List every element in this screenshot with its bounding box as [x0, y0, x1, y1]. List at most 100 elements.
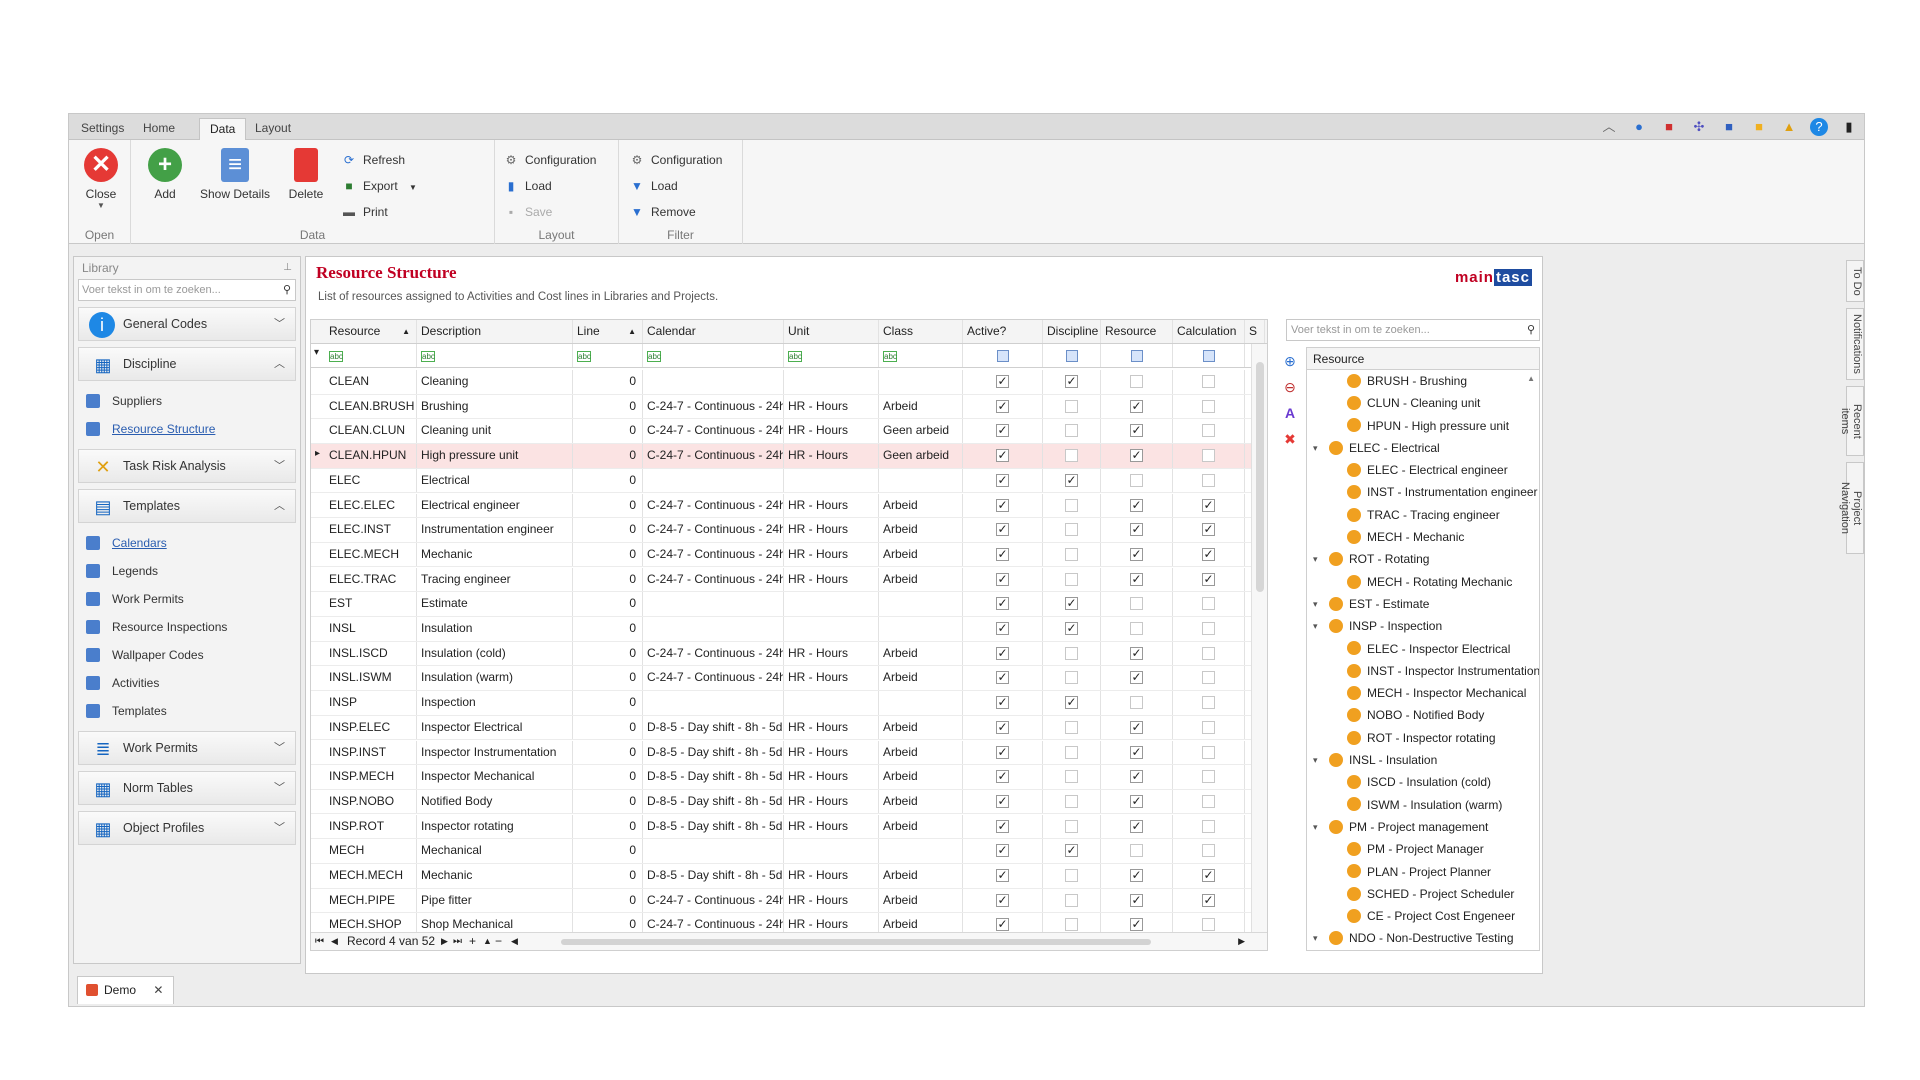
library-item[interactable]: Activities [74, 669, 300, 697]
column-header[interactable]: Discipline [1043, 320, 1101, 343]
tree-node[interactable]: SCHED - Project Scheduler [1307, 883, 1539, 905]
table-cell[interactable]: INSP.INST [325, 740, 417, 764]
table-cell[interactable]: 0 [573, 839, 643, 863]
column-header[interactable]: Resource ▲ [325, 320, 417, 343]
library-category[interactable]: ▤ Templates ︿ [78, 489, 296, 523]
table-cell[interactable]: 0 [573, 518, 643, 542]
table-cell[interactable] [643, 592, 784, 616]
expand-toggle-icon[interactable]: ▾ [1313, 749, 1318, 771]
unchecked-checkbox[interactable] [1202, 918, 1215, 932]
library-category[interactable]: ✕ Task Risk Analysis ﹀ [78, 449, 296, 483]
unchecked-checkbox[interactable] [1202, 597, 1215, 611]
column-header[interactable]: Unit [784, 320, 879, 343]
search-icon[interactable]: ⚲ [283, 280, 291, 300]
last-record-icon[interactable]: ⏭ [453, 933, 462, 950]
add-record-icon[interactable]: + [469, 933, 476, 950]
table-cell[interactable]: 0 [573, 394, 643, 419]
checked-checkbox[interactable]: ✓ [1065, 597, 1078, 611]
sort-ascending-icon[interactable]: ▲ [628, 320, 636, 343]
tree-node[interactable]: MECH - Rotating Mechanic [1307, 571, 1539, 593]
search-icon[interactable]: ⚲ [1527, 320, 1535, 340]
column-header[interactable]: Active? [963, 320, 1043, 343]
table-cell[interactable]: D-8-5 - Day shift - 8h - 5d [643, 715, 784, 740]
table-cell[interactable]: Electrical [417, 468, 573, 493]
table-cell[interactable]: Arbeid [879, 765, 963, 789]
unchecked-checkbox[interactable] [1065, 498, 1078, 512]
tree-node[interactable]: MECH - Inspector Mechanical [1307, 682, 1539, 704]
table-row[interactable]: ELEC.ELEC Electrical engineer 0 C-24-7 - Co… [311, 493, 1251, 518]
library-item[interactable]: Work Permits [74, 585, 300, 613]
tree-node[interactable]: ELEC - Electrical engineer [1307, 459, 1539, 481]
table-cell[interactable]: Arbeid [879, 567, 963, 592]
checked-checkbox[interactable]: ✓ [996, 424, 1009, 438]
unchecked-checkbox[interactable] [1202, 622, 1215, 635]
table-cell[interactable]: Cleaning [417, 370, 573, 394]
checked-checkbox[interactable]: ✓ [1130, 869, 1143, 882]
table-cell[interactable]: Cleaning unit [417, 419, 573, 443]
checked-checkbox[interactable]: ✓ [996, 572, 1009, 586]
tree-node[interactable]: TRAC - Tracing engineer [1307, 504, 1539, 526]
table-cell[interactable]: HR - Hours [784, 493, 879, 517]
unchecked-checkbox[interactable] [1202, 770, 1215, 784]
filter-checkbox-icon[interactable] [1066, 350, 1078, 362]
table-cell[interactable]: Inspector Mechanical [417, 765, 573, 789]
checked-checkbox[interactable]: ✓ [1130, 449, 1143, 463]
chevron-down-icon[interactable]: ﹀ [274, 450, 285, 482]
tree-node[interactable]: CE - Project Cost Engeneer [1307, 905, 1539, 927]
filter-load-button[interactable]: ▼ Load [629, 176, 678, 196]
tree-node[interactable]: INST - Instrumentation engineer [1307, 481, 1539, 503]
column-filter[interactable]: abc [325, 344, 417, 367]
table-cell[interactable]: Inspector rotating [417, 814, 573, 839]
unchecked-checkbox[interactable] [1202, 375, 1215, 388]
unchecked-checkbox[interactable] [1202, 844, 1215, 858]
table-cell[interactable]: MECH.MECH [325, 864, 417, 888]
table-cell[interactable]: Arbeid [879, 789, 963, 814]
table-cell[interactable] [643, 370, 784, 394]
print-button[interactable]: ▬ Print [341, 202, 388, 222]
checked-checkbox[interactable]: ✓ [1065, 622, 1078, 635]
tree-node[interactable]: ▾ INSL - Insulation [1307, 749, 1539, 771]
unchecked-checkbox[interactable] [1065, 720, 1078, 734]
table-cell[interactable] [643, 617, 784, 641]
unchecked-checkbox[interactable] [1065, 449, 1078, 463]
tab-home[interactable]: Home [133, 118, 185, 140]
export-button[interactable]: ■ Export ▼ [341, 176, 417, 196]
table-cell[interactable]: HR - Hours [784, 419, 879, 443]
table-cell[interactable]: Arbeid [879, 888, 963, 913]
table-row[interactable]: INSP.ELEC Inspector Electrical 0 D-8-5 - Da… [311, 715, 1251, 741]
table-row[interactable]: ELEC.MECH Mechanic 0 C-24-7 - Continuous - … [311, 542, 1251, 568]
library-category[interactable]: ▦ Object Profiles ﹀ [78, 811, 296, 845]
table-cell[interactable]: HR - Hours [784, 641, 879, 666]
table-cell[interactable]: Geen arbeid [879, 444, 963, 468]
table-cell[interactable]: Arbeid [879, 394, 963, 419]
table-cell[interactable] [643, 839, 784, 863]
table-cell[interactable]: D-8-5 - Day shift - 8h - 5d [643, 864, 784, 888]
expand-toggle-icon[interactable]: ▾ [1313, 437, 1318, 459]
table-cell[interactable]: Electrical engineer [417, 493, 573, 517]
table-row[interactable]: MECH Mechanical 0 ✓ ✓ [311, 839, 1251, 864]
filter-checkbox-icon[interactable] [1203, 350, 1215, 362]
table-cell[interactable]: HR - Hours [784, 444, 879, 468]
library-item[interactable]: Suppliers [74, 387, 300, 415]
unchecked-checkbox[interactable] [1202, 449, 1215, 463]
next-record-icon[interactable]: ▶ [441, 933, 448, 950]
table-cell[interactable] [879, 691, 963, 715]
table-cell[interactable]: C-24-7 - Continuous - 24h ... [643, 567, 784, 592]
side-tab[interactable]: To Do [1846, 260, 1864, 302]
chevron-up-icon[interactable]: ︿ [274, 348, 285, 380]
table-cell[interactable]: MECH.PIPE [325, 888, 417, 913]
table-cell[interactable]: 0 [573, 542, 643, 567]
checked-checkbox[interactable]: ✓ [996, 597, 1009, 611]
table-row[interactable]: INSP.MECH Inspector Mechanical 0 D-8-5 - Da… [311, 765, 1251, 790]
unchecked-checkbox[interactable] [1202, 794, 1215, 808]
table-cell[interactable]: C-24-7 - Continuous - 24h ... [643, 641, 784, 666]
expand-toggle-icon[interactable]: ▾ [1313, 593, 1318, 615]
unchecked-checkbox[interactable] [1202, 424, 1215, 438]
table-cell[interactable]: HR - Hours [784, 394, 879, 419]
table-cell[interactable]: Inspector Electrical [417, 715, 573, 740]
checked-checkbox[interactable]: ✓ [1065, 473, 1078, 487]
table-cell[interactable]: ELEC.MECH [325, 542, 417, 567]
library-category[interactable]: ▦ Norm Tables ﹀ [78, 771, 296, 805]
first-record-icon[interactable]: ⏮ [315, 933, 324, 950]
library-category[interactable]: ≣ Work Permits ﹀ [78, 731, 296, 765]
